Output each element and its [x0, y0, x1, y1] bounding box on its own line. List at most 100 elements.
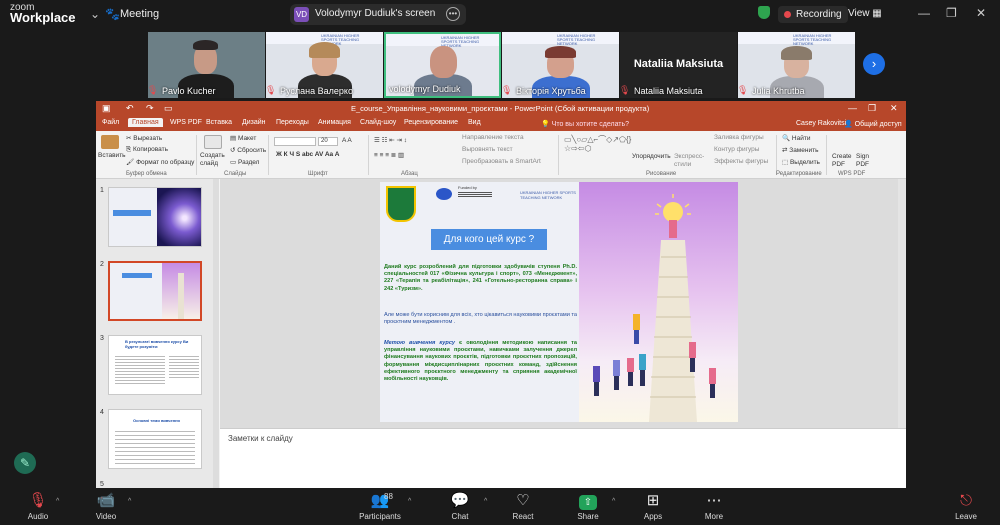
restore-icon[interactable]: ❐ — [946, 6, 957, 20]
list-buttons[interactable]: ☰ ☷ ⇤ ⇥ ↕ — [374, 136, 407, 144]
zoom-logo: zoom Workplace — [10, 2, 76, 25]
share-screen-button[interactable]: ⇧ Share — [558, 492, 618, 521]
thumbnail-scrollbar[interactable] — [213, 179, 219, 488]
minimize-icon[interactable]: — — [848, 103, 857, 113]
audio-button[interactable]: 🎙 Audio — [8, 492, 68, 521]
start-slideshow-icon[interactable]: ▭ — [164, 103, 173, 114]
select-button[interactable]: ⬚ Выделить — [782, 158, 820, 166]
tab-view[interactable]: Вид — [468, 119, 481, 126]
participant-tile[interactable]: UKRAINIAN HIGHER SPORTS TEACHING NETWORK… — [738, 32, 855, 98]
video-options-caret[interactable]: ^ — [128, 498, 131, 505]
audio-options-caret[interactable]: ^ — [56, 498, 59, 505]
slide-canvas: Funded by UKRAINIAN HIGHER SPORTS TEACHI… — [220, 179, 906, 428]
next-page-button[interactable]: › — [863, 53, 885, 75]
tab-review[interactable]: Рецензирование — [404, 119, 458, 126]
font-format-buttons[interactable]: Ж К Ч S abc AV Aa A — [276, 151, 339, 158]
restore-icon[interactable]: ❐ — [868, 103, 876, 114]
participant-name-large: Nataliia Maksiuta — [633, 58, 724, 70]
shapes-gallery[interactable]: ▭╲○▱△⌐⌒◇↗⬠{}☆⇨⇦⬡ — [564, 135, 631, 153]
video-button[interactable]: 📹 Video — [76, 492, 136, 521]
screen-share-indicator[interactable]: VD Volodymyr Dudiuk's screen ••• — [290, 4, 466, 25]
new-slide-icon[interactable] — [204, 135, 222, 149]
apps-button[interactable]: ⊞ Apps — [623, 492, 683, 521]
participant-tile[interactable]: UKRAINIAN HIGHER SPORTS TEACHING NETWORK… — [266, 32, 383, 98]
slide-thumbnail-4[interactable]: Основні теми вивчення — [108, 409, 202, 469]
font-grow-icon[interactable]: A A — [342, 137, 352, 144]
redo-icon[interactable]: ↷ — [146, 103, 154, 114]
annotate-pen-icon[interactable]: ✎ — [14, 452, 36, 474]
participant-tile[interactable]: UKRAINIAN HIGHER SPORTS TEACHING NETWORK… — [502, 32, 619, 98]
muted-mic-icon: 🎙 — [620, 85, 631, 95]
close-icon[interactable]: ✕ — [890, 103, 898, 114]
chat-options-caret[interactable]: ^ — [484, 498, 487, 505]
tab-animation[interactable]: Анимация — [318, 119, 351, 126]
reset-button[interactable]: ↺ Сбросить — [230, 146, 266, 154]
new-slide-button[interactable]: Создать слайд — [200, 152, 230, 168]
create-pdf-button[interactable]: Create PDF — [832, 153, 858, 169]
current-slide[interactable]: Funded by UKRAINIAN HIGHER SPORTS TEACHI… — [380, 182, 738, 422]
section-button[interactable]: ▭ Раздел — [230, 158, 259, 166]
participants-button[interactable]: 👥 88 Participants — [350, 492, 410, 521]
tab-transitions[interactable]: Переходы — [276, 119, 309, 126]
network-logo: UKRAINIAN HIGHER SPORTS TEACHING NETWORK — [520, 190, 576, 200]
security-shield-icon[interactable] — [758, 6, 770, 19]
align-text-button[interactable]: Выровнять текст — [462, 146, 513, 153]
format-painter-button[interactable]: 🖌 Формат по образцу — [126, 158, 194, 166]
paste-icon[interactable] — [101, 135, 119, 149]
participant-tile[interactable]: 🎙 Pavlo Kucher — [148, 32, 265, 98]
font-size-input[interactable]: 20 — [318, 137, 338, 146]
chevron-down-icon[interactable]: ⌄ — [90, 7, 100, 21]
sign-pdf-button[interactable]: Sign PDF — [856, 153, 882, 169]
slide-thumbnail-2-selected[interactable] — [108, 261, 202, 321]
layout-button[interactable]: ▤ Макет — [230, 134, 256, 142]
view-menu[interactable]: View ▦ — [848, 8, 882, 19]
tab-design[interactable]: Дизайн — [242, 119, 266, 126]
cut-button[interactable]: ✂ Вырезать — [126, 134, 162, 142]
slide-text-panel: Funded by UKRAINIAN HIGHER SPORTS TEACHI… — [380, 182, 579, 422]
shape-effects-button[interactable]: Эффекты фигуры — [714, 158, 768, 165]
group-font: Шрифт — [308, 171, 328, 177]
meeting-label: Meeting — [120, 8, 160, 20]
slide-thumbnail-1[interactable] — [108, 187, 202, 247]
more-button[interactable]: ⋯ More — [684, 492, 744, 521]
undo-icon[interactable]: ↶ — [126, 103, 134, 114]
canvas-scrollbar[interactable] — [898, 179, 906, 428]
close-icon[interactable]: ✕ — [976, 6, 986, 20]
tab-file[interactable]: Файл — [102, 119, 119, 126]
smartart-button[interactable]: Преобразовать в SmartArt — [462, 158, 541, 165]
leave-button[interactable]: ⎋ Leave — [946, 492, 986, 521]
tab-slideshow[interactable]: Слайд-шоу — [360, 119, 396, 126]
shape-outline-button[interactable]: Контур фигуры — [714, 146, 759, 153]
find-button[interactable]: 🔍 Найти — [782, 134, 810, 142]
notes-pane[interactable]: Заметки к слайду — [220, 428, 906, 488]
replace-button[interactable]: ⇄ Заменить — [782, 146, 818, 154]
font-family-input[interactable] — [274, 137, 316, 146]
participant-tile[interactable]: Nataliia Maksiuta 🎙 Nataliia Maksiuta — [620, 32, 737, 98]
tell-me-search[interactable]: 💡 Что вы хотите сделать? — [541, 120, 629, 128]
quick-styles-button[interactable]: Экспресс-стили — [674, 153, 710, 169]
recording-badge[interactable]: Recording — [778, 6, 848, 23]
participants-options-caret[interactable]: ^ — [408, 498, 411, 505]
more-options-icon[interactable]: ••• — [446, 7, 460, 21]
tab-home[interactable]: Главная — [128, 118, 163, 127]
chat-button[interactable]: 💬 Chat — [430, 492, 490, 521]
text-direction-button[interactable]: Направление текста — [462, 134, 524, 141]
slide-thumbnail-3[interactable]: В результаті вивчення курсу Ви будете ро… — [108, 335, 202, 395]
share-link[interactable]: 👤 Общий доступ — [844, 120, 902, 128]
tab-insert[interactable]: Вставка — [206, 119, 232, 126]
participant-tile-active-speaker[interactable]: UKRAINIAN HIGHER SPORTS TEACHING NETWORK… — [384, 32, 501, 98]
tower-climbers-illustration — [593, 194, 716, 422]
react-button[interactable]: ♡ React — [493, 492, 553, 521]
paste-button[interactable]: Вставить — [98, 152, 126, 159]
account-name[interactable]: Casey Rakovitsi — [796, 120, 846, 127]
save-icon[interactable]: ▣ — [102, 103, 111, 114]
minimize-icon[interactable]: — — [918, 6, 930, 20]
arrange-button[interactable]: Упорядочить — [632, 153, 671, 161]
shape-fill-button[interactable]: Заливка фигуры — [714, 134, 764, 141]
participants-count: 88 — [384, 492, 393, 501]
copy-button[interactable]: ⎘ Копировать — [126, 146, 168, 154]
tab-wps-pdf[interactable]: WPS PDF — [170, 119, 202, 126]
notes-placeholder: Заметки к слайду — [228, 434, 293, 443]
align-buttons[interactable]: ≡ ≡ ≡ ≣ ▥ — [374, 151, 404, 159]
share-options-caret[interactable]: ^ — [612, 498, 615, 505]
